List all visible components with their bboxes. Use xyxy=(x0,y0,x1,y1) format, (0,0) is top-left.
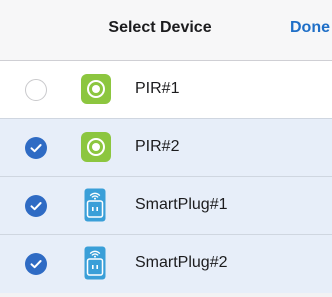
navigation-bar: Select Device Done xyxy=(0,0,332,61)
device-label: PIR#2 xyxy=(135,138,180,155)
done-button[interactable]: Done xyxy=(290,19,330,37)
unchecked-circle-icon[interactable] xyxy=(25,79,47,101)
device-label: SmartPlug#1 xyxy=(135,196,228,213)
page-title: Select Device xyxy=(108,19,212,36)
device-row-pir-2[interactable]: PIR#2 xyxy=(0,119,332,177)
device-row-pir-1[interactable]: PIR#1 xyxy=(0,61,332,119)
pir-sensor-icon xyxy=(81,74,111,104)
pir-sensor-icon xyxy=(81,132,111,162)
device-label: SmartPlug#2 xyxy=(135,254,228,271)
checkmark-circle-icon[interactable] xyxy=(25,253,47,275)
device-list: PIR#1 PIR#2 SmartPlug#1 SmartPlug#2 xyxy=(0,61,332,293)
checkmark-circle-icon[interactable] xyxy=(25,137,47,159)
device-row-smartplug-1[interactable]: SmartPlug#1 xyxy=(0,177,332,235)
device-label: PIR#1 xyxy=(135,80,180,97)
smart-plug-icon xyxy=(84,188,106,222)
checkmark-circle-icon[interactable] xyxy=(25,195,47,217)
device-row-smartplug-2[interactable]: SmartPlug#2 xyxy=(0,235,332,293)
select-device-screen: Select Device Done PIR#1 PIR#2 SmartPlug… xyxy=(0,0,332,297)
smart-plug-icon xyxy=(84,246,106,280)
